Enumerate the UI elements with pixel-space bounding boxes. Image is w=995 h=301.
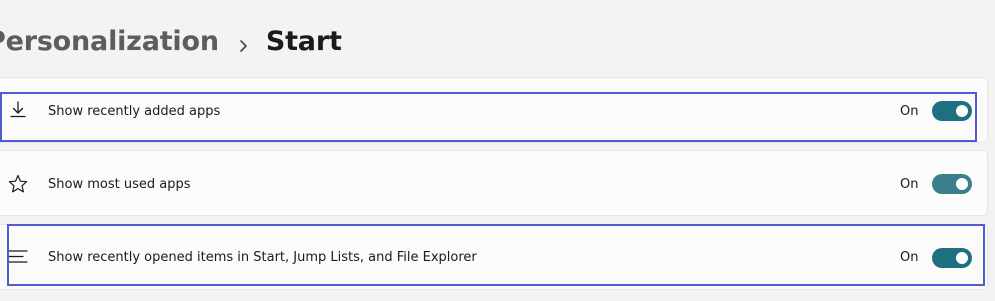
chevron-right-icon — [239, 37, 248, 52]
page-title: Start — [265, 25, 342, 57]
toggle-knob — [956, 105, 968, 117]
setting-state-most-used: On — [900, 177, 919, 192]
toggle-recently-added[interactable] — [932, 101, 972, 121]
toggle-recently-opened[interactable] — [932, 248, 972, 268]
setting-state-recently-added: On — [900, 104, 919, 119]
list-icon — [5, 244, 31, 270]
toggle-knob — [956, 252, 968, 264]
setting-label-recently-added: Show recently added apps — [48, 104, 221, 119]
setting-state-recently-opened: On — [900, 250, 919, 265]
download-icon — [5, 97, 31, 123]
setting-label-most-used: Show most used apps — [48, 177, 191, 192]
setting-label-recently-opened: Show recently opened items in Start, Jum… — [48, 250, 477, 265]
breadcrumb-parent[interactable]: Personalization — [0, 26, 219, 57]
star-icon — [5, 171, 31, 197]
toggle-most-used[interactable] — [932, 174, 972, 194]
toggle-knob — [956, 178, 968, 190]
breadcrumb: Personalization Start — [0, 20, 342, 62]
